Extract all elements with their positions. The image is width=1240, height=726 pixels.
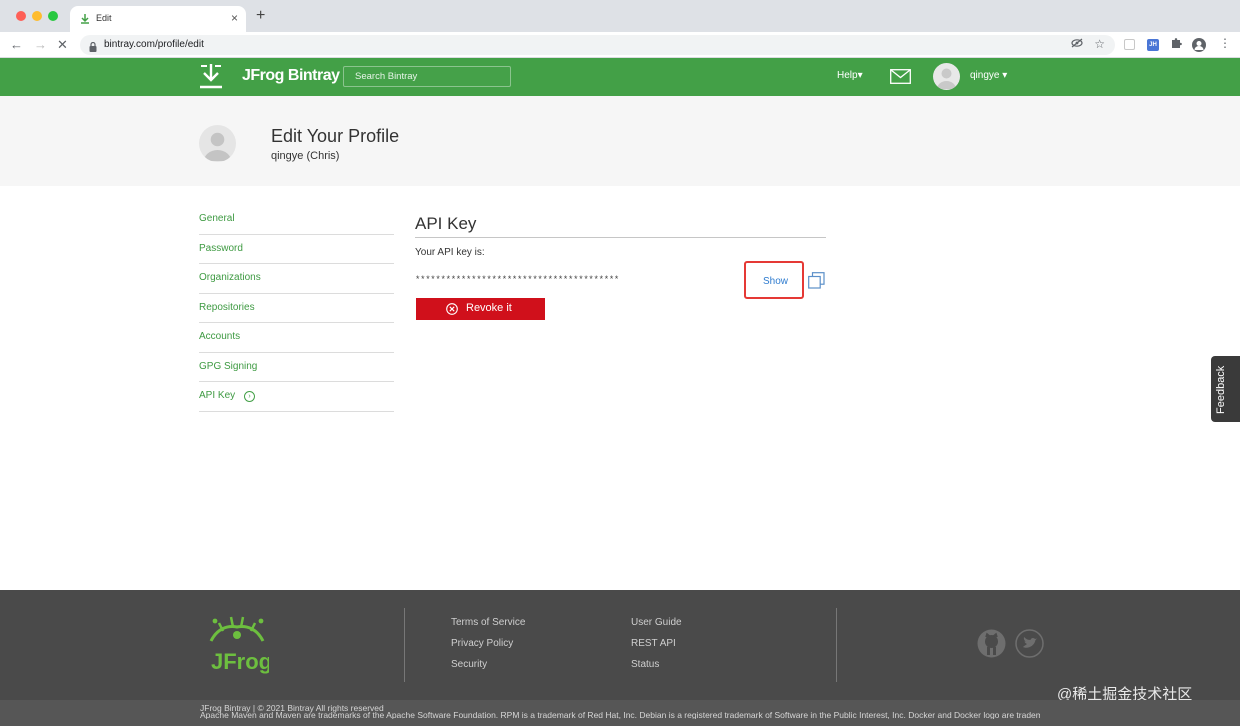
site-footer: JFrog Terms of Service Privacy Policy Se… <box>0 590 1240 726</box>
side-menu-item-password[interactable]: Password <box>199 235 394 264</box>
feedback-label: Feedback <box>1215 365 1227 414</box>
footer-link-user-guide[interactable]: User Guide <box>631 617 682 628</box>
browser-tab[interactable]: Edit × <box>70 6 246 32</box>
footer-link-status[interactable]: Status <box>631 659 659 670</box>
side-menu-label: API Key <box>199 390 236 401</box>
jfrog-logo-text: JFrog <box>211 649 269 674</box>
url-field[interactable]: bintray.com/profile/edit ☆ <box>80 35 1115 55</box>
back-arrow-icon[interactable]: ← <box>10 37 23 53</box>
jfrog-logo-icon[interactable]: JFrog <box>205 613 272 675</box>
footer-divider <box>404 608 405 682</box>
copy-icon[interactable] <box>808 272 825 289</box>
side-menu-label: GPG Signing <box>199 360 258 372</box>
section-title: API Key <box>415 214 477 233</box>
side-menu-label: Accounts <box>199 331 241 342</box>
side-menu-label: Repositories <box>199 301 255 313</box>
api-key-label: Your API key is: <box>415 247 485 258</box>
footer-link-privacy[interactable]: Privacy Policy <box>451 638 513 649</box>
help-menu[interactable]: Help▾ <box>837 70 863 81</box>
address-bar: ← → ✕ bintray.com/profile/edit ☆ JH ⋮ <box>0 32 1240 58</box>
close-window-button[interactable] <box>16 11 26 21</box>
stop-loading-icon[interactable]: ✕ <box>57 37 68 53</box>
side-menu-item-organizations[interactable]: Organizations <box>199 264 394 294</box>
footer-link-terms[interactable]: Terms of Service <box>451 617 525 628</box>
side-menu-item-repositories[interactable]: Repositories <box>199 294 394 323</box>
extension-blank-icon[interactable] <box>1124 39 1135 50</box>
bintray-logo-icon[interactable] <box>198 62 224 92</box>
lock-icon <box>89 39 97 52</box>
profile-header: Edit Your Profile qingye (Chris) <box>0 96 1240 186</box>
browser-menu-icon[interactable]: ⋮ <box>1219 36 1231 50</box>
side-menu-item-api-key[interactable]: API Key › <box>199 382 394 412</box>
maximize-window-button[interactable] <box>48 11 58 21</box>
minimize-window-button[interactable] <box>32 11 42 21</box>
forward-arrow-icon[interactable]: → <box>34 37 47 53</box>
tab-close-icon[interactable]: × <box>231 11 238 25</box>
show-api-key-button[interactable]: Show <box>763 276 788 287</box>
github-icon[interactable] <box>977 629 1006 658</box>
extensions-puzzle-icon[interactable] <box>1170 37 1182 52</box>
footer-link-rest-api[interactable]: REST API <box>631 638 676 649</box>
feedback-tab[interactable]: Feedback <box>1211 356 1240 422</box>
revoke-label: Revoke it <box>466 302 512 314</box>
side-menu-item-gpg-signing[interactable]: GPG Signing <box>199 353 394 382</box>
footer-divider <box>836 608 837 682</box>
site-header: JFrog Bintray Help▾ qingye ▾ <box>0 58 1240 96</box>
side-menu-label: General <box>199 213 235 224</box>
profile-username: qingye (Chris) <box>271 150 340 162</box>
new-tab-button[interactable]: + <box>256 7 265 25</box>
search-input[interactable] <box>343 66 511 87</box>
bookmark-star-icon[interactable]: ☆ <box>1094 37 1105 51</box>
browser-tab-bar: Edit × + <box>0 0 1240 32</box>
page-title: Edit Your Profile <box>271 126 400 146</box>
profile-avatar-icon[interactable] <box>1192 38 1206 52</box>
tab-title: Edit <box>96 13 112 23</box>
side-menu-item-accounts[interactable]: Accounts <box>199 323 394 353</box>
footer-link-security[interactable]: Security <box>451 659 487 670</box>
close-circle-icon <box>446 303 458 315</box>
footer-legal: JFrog Bintray | © 2021 Bintray All right… <box>0 700 1240 726</box>
tracking-blocked-icon[interactable] <box>1071 38 1083 51</box>
user-menu[interactable]: qingye ▾ <box>970 70 1007 81</box>
brand-name[interactable]: JFrog Bintray <box>242 67 340 85</box>
profile-side-menu: General Password Organizations Repositor… <box>199 205 394 412</box>
trademark-text: Apache Maven and Maven are trademarks of… <box>200 711 1040 719</box>
bintray-favicon-icon <box>80 13 90 25</box>
chevron-right-circle-icon: › <box>244 391 255 402</box>
extension-jh-icon[interactable]: JH <box>1147 39 1159 51</box>
side-menu-label: Password <box>199 242 243 254</box>
url-text: bintray.com/profile/edit <box>104 39 204 50</box>
section-divider <box>415 237 826 238</box>
api-key-masked-value: **************************************** <box>415 275 620 285</box>
profile-avatar <box>199 125 236 162</box>
revoke-api-key-button[interactable]: Revoke it <box>416 298 545 320</box>
user-avatar[interactable] <box>933 63 960 90</box>
side-menu-label: Organizations <box>199 272 261 283</box>
mail-icon[interactable] <box>890 69 911 84</box>
side-menu-item-general[interactable]: General <box>199 205 394 235</box>
twitter-icon[interactable] <box>1015 629 1044 658</box>
